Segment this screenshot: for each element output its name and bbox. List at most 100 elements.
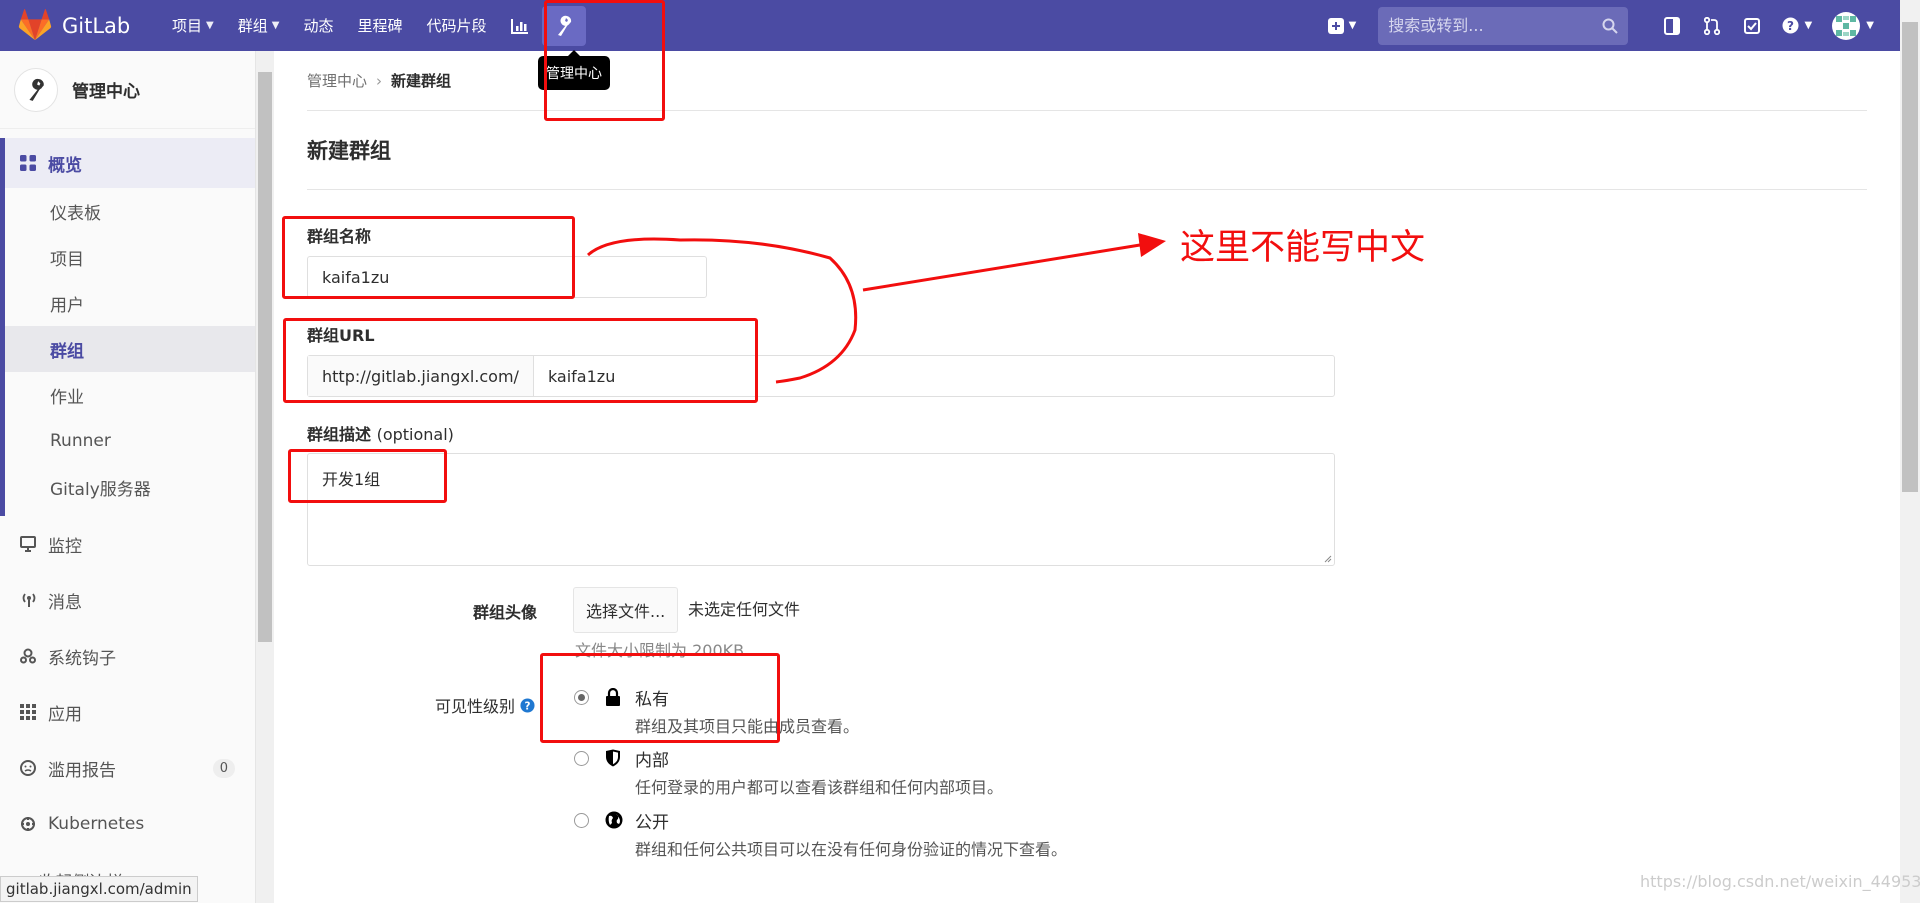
sidebar-item-monitoring[interactable]: 监控 — [0, 516, 255, 572]
sidebar-item-jobs[interactable]: 作业 — [5, 372, 255, 418]
sidebar-header[interactable]: 管理中心 — [0, 51, 255, 129]
sidebar-item-kubernetes[interactable]: Kubernetes — [0, 796, 255, 852]
sidebar-item-abuse-reports[interactable]: 滥用报告 0 — [0, 740, 255, 796]
sidebar-scrollbar-thumb[interactable] — [258, 72, 272, 642]
group-url-prefix: http://gitlab.jiangxl.com/ — [308, 356, 534, 396]
brand-name: GitLab — [62, 13, 131, 38]
avatar — [1832, 11, 1861, 40]
group-avatar-label: 群组头像 — [472, 603, 537, 622]
nav-activity[interactable]: 动态 — [291, 0, 345, 51]
sidebar-item-users[interactable]: 用户 — [5, 280, 255, 326]
annotation-note: 这里不能写中文 — [1180, 228, 1426, 268]
choose-file-button[interactable]: 选择文件... — [573, 587, 679, 633]
visibility-title: 私有 — [635, 690, 669, 710]
abuse-count-badge: 0 — [212, 758, 235, 778]
new-dropdown[interactable]: ▼ — [1327, 17, 1357, 34]
svg-text:?: ? — [525, 700, 531, 712]
sidebar-title: 管理中心 — [72, 82, 140, 102]
sidebar-item-overview[interactable]: 概览 — [5, 138, 255, 188]
plus-square-icon — [1327, 17, 1344, 34]
group-description-label: 群组描述 (optional) — [307, 425, 454, 444]
sidebar-item-groups[interactable]: 群组 — [5, 326, 255, 372]
identicon-icon — [1836, 15, 1857, 36]
merge-requests-button[interactable] — [1692, 16, 1732, 35]
visibility-option-private[interactable]: 私有 群组及其项目只能由成员查看。 — [574, 685, 859, 737]
sidebar-item-messages[interactable]: 消息 — [0, 572, 255, 628]
sidebar-submenu: 仪表板 项目 用户 群组 作业 Runner Gitaly服务器 — [5, 188, 255, 516]
top-navbar: GitLab 项目 ▼ 群组 ▼ 动态 里程碑 代码片段 ▼ 搜索或转到... … — [0, 0, 1900, 51]
group-path-input[interactable]: kaifa1zu — [534, 356, 615, 396]
abuse-icon — [20, 760, 42, 776]
apps-icon — [20, 704, 42, 720]
nav-admin[interactable] — [542, 0, 587, 51]
group-name-input[interactable]: kaifa1zu — [307, 256, 707, 298]
globe-icon — [605, 811, 625, 860]
search-icon — [1602, 18, 1619, 34]
visibility-option-public[interactable]: 公开 群组和任何公共项目可以在没有任何身份验证的情况下查看。 — [574, 808, 1067, 860]
todos-button[interactable] — [1732, 17, 1772, 34]
visibility-description: 任何登录的用户都可以查看该群组和任何内部项目。 — [635, 778, 1004, 797]
nav-analytics[interactable] — [498, 0, 542, 51]
resize-grip-icon[interactable] — [1322, 553, 1332, 563]
merge-request-icon — [1704, 16, 1721, 35]
page-scrollbar-thumb[interactable] — [1902, 22, 1918, 492]
overview-grid-icon — [20, 155, 42, 171]
search-input[interactable] — [1388, 16, 1603, 35]
browser-status-bar: gitlab.jiangxl.com/admin — [0, 876, 198, 902]
gitlab-logo[interactable]: GitLab — [18, 8, 146, 43]
nav-milestones[interactable]: 里程碑 — [345, 0, 414, 51]
admin-active-pill — [542, 5, 587, 46]
chevron-right-icon: › — [376, 71, 383, 90]
visibility-description: 群组及其项目只能由成员查看。 — [635, 717, 860, 736]
visibility-radio-internal[interactable] — [574, 751, 589, 766]
group-description-textarea[interactable]: 开发1组 — [307, 453, 1335, 566]
page-title: 新建群组 — [307, 111, 1867, 190]
chevron-down-icon: ▼ — [1866, 20, 1874, 31]
sidebar-item-projects[interactable]: 项目 — [5, 234, 255, 280]
chevron-down-icon: ▼ — [1804, 20, 1813, 31]
user-menu[interactable]: ▼ — [1832, 11, 1874, 40]
chevron-down-icon: ▼ — [1348, 20, 1357, 31]
visibility-option-internal[interactable]: 内部 任何登录的用户都可以查看该群组和任何内部项目。 — [574, 746, 1003, 798]
visibility-title: 内部 — [635, 751, 669, 771]
breadcrumb-current: 新建群组 — [391, 72, 452, 90]
todo-check-icon — [1744, 17, 1761, 34]
visibility-radio-public[interactable] — [574, 813, 589, 828]
sidebar-item-gitaly[interactable]: Gitaly服务器 — [5, 464, 255, 510]
visibility-title: 公开 — [635, 813, 669, 833]
no-file-text: 未选定任何文件 — [688, 600, 801, 619]
nav-projects[interactable]: 项目 ▼ — [160, 0, 226, 51]
wrench-icon — [558, 15, 572, 36]
breadcrumb-admin-link[interactable]: 管理中心 — [307, 70, 367, 91]
group-url-label: 群组URL — [307, 326, 375, 345]
help-icon: ? — [1782, 17, 1799, 34]
help-icon[interactable]: ? — [520, 697, 535, 713]
monitor-icon — [20, 536, 42, 552]
sidebar-toggle-button[interactable] — [1652, 16, 1692, 35]
sidebar-section-overview: 概览 仪表板 项目 用户 群组 作业 Runner Gitaly服务器 — [0, 138, 255, 516]
nav-snippets[interactable]: 代码片段 — [414, 0, 498, 51]
visibility-radio-private[interactable] — [574, 690, 589, 705]
chevron-down-icon: ▼ — [271, 20, 280, 31]
avatar-size-hint: 文件大小限制为 200KB. — [575, 641, 750, 660]
nav-groups[interactable]: 群组 ▼ — [226, 0, 292, 51]
help-dropdown[interactable]: ? ▼ — [1772, 17, 1822, 34]
svg-text:?: ? — [1787, 19, 1794, 33]
search-box[interactable] — [1378, 6, 1629, 45]
watermark: https://blog.csdn.net/weixin_44953658 — [1640, 872, 1920, 891]
kubernetes-icon — [20, 816, 42, 832]
group-url-field: http://gitlab.jiangxl.com/ kaifa1zu — [307, 355, 1335, 397]
chart-icon — [511, 18, 529, 34]
sidebar-item-applications[interactable]: 应用 — [0, 684, 255, 740]
gitlab-fox-icon — [18, 8, 52, 40]
sidebar-item-system-hooks[interactable]: 系统钩子 — [0, 628, 255, 684]
panel-icon — [1664, 16, 1681, 35]
shield-icon — [605, 749, 625, 798]
admin-sidebar: 管理中心 概览 仪表板 项目 用户 群组 作业 Runner Gitaly服务器… — [0, 51, 256, 903]
sidebar-item-dashboard[interactable]: 仪表板 — [5, 188, 255, 234]
lock-icon — [605, 688, 625, 737]
admin-avatar — [14, 67, 58, 112]
sidebar-item-runner[interactable]: Runner — [5, 418, 255, 464]
main-nav: 项目 ▼ 群组 ▼ 动态 里程碑 代码片段 — [160, 0, 587, 51]
chevron-down-icon: ▼ — [206, 20, 214, 31]
